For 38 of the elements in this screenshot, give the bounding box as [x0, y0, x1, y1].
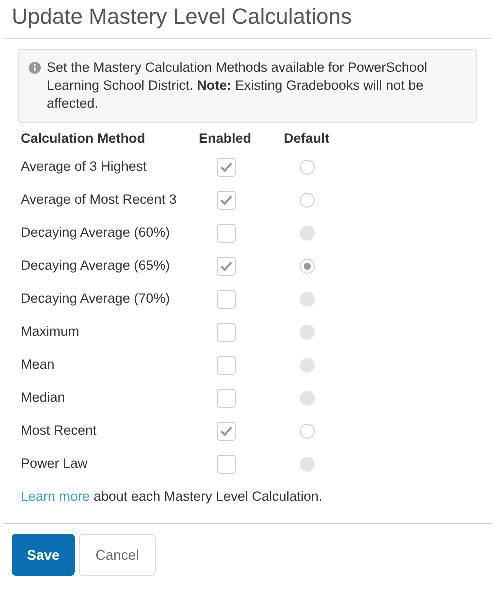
cancel-button[interactable]: Cancel: [79, 534, 156, 576]
default-radio[interactable]: [300, 259, 315, 274]
save-button[interactable]: Save: [12, 534, 75, 576]
method-name: Median: [21, 389, 66, 408]
check-icon: [220, 195, 233, 206]
enabled-checkbox[interactable]: [217, 422, 236, 441]
enabled-checkbox[interactable]: [217, 191, 236, 210]
enabled-checkbox[interactable]: [217, 257, 236, 276]
dialog-title: Update Mastery Level Calculations: [11, 3, 353, 31]
method-name: Most Recent: [21, 422, 98, 440]
column-header: Calculation Method: [21, 130, 146, 148]
footer-text: about each Mastery Level Calculation.: [94, 489, 323, 504]
enabled-checkbox[interactable]: [217, 158, 236, 177]
method-name: Maximum: [21, 323, 81, 342]
method-name: Decaying Average (70%): [21, 290, 172, 308]
column-header: Enabled: [199, 130, 253, 148]
method-name: Average of 3 Highest: [21, 158, 148, 176]
enabled-checkbox[interactable]: [217, 455, 236, 474]
enabled-checkbox[interactable]: [217, 290, 236, 309]
method-name: Average of Most Recent 3: [21, 191, 178, 210]
method-name: Decaying Average (60%): [21, 224, 172, 242]
enabled-checkbox[interactable]: [217, 389, 236, 408]
method-name: Power Law: [21, 455, 89, 474]
check-icon: [220, 261, 233, 272]
method-name: Mean: [21, 356, 56, 374]
enabled-checkbox[interactable]: [217, 224, 236, 243]
default-radio[interactable]: [300, 193, 315, 208]
notice-text: Set the Mastery Calculation Methods available for PowerSchool Learning School District. Note: Existing Gradebooks will not be affected.: [47, 59, 428, 113]
info-icon: [29, 62, 41, 74]
default-radio[interactable]: [300, 424, 315, 439]
enabled-checkbox[interactable]: [217, 323, 236, 342]
check-icon: [220, 426, 233, 437]
enabled-checkbox[interactable]: [217, 356, 236, 375]
learn-more-link[interactable]: Learn more: [21, 489, 90, 504]
default-radio[interactable]: [300, 160, 315, 175]
method-name: Decaying Average (65%): [21, 257, 172, 276]
column-header: Default: [284, 130, 330, 148]
check-icon: [220, 162, 233, 173]
